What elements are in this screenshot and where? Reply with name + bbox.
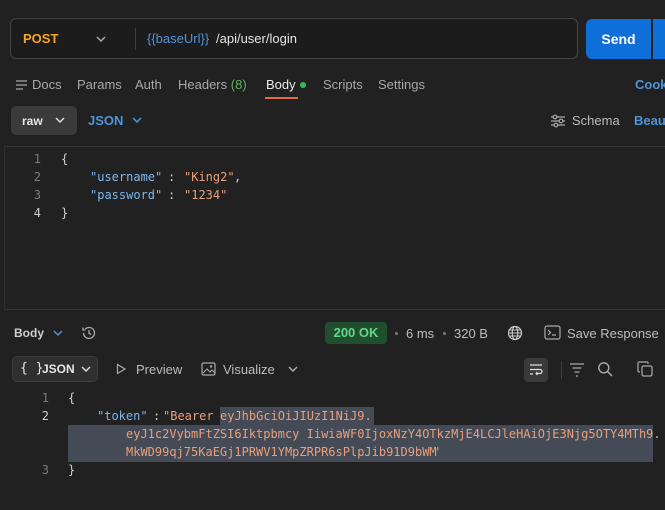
- schema-icon[interactable]: [550, 114, 566, 128]
- send-button[interactable]: Send: [586, 19, 651, 59]
- response-section-label[interactable]: Body: [14, 326, 44, 340]
- cookies-link[interactable]: Cook: [635, 77, 665, 92]
- tab-docs[interactable]: Docs: [32, 77, 62, 92]
- code-brace: {: [61, 152, 69, 166]
- body-mode-dropdown[interactable]: [11, 106, 77, 135]
- tab-auth[interactable]: Auth: [135, 77, 162, 92]
- docs-icon: [16, 80, 27, 90]
- code-brace: }: [61, 206, 69, 220]
- method-select[interactable]: POST: [23, 31, 58, 46]
- url-path[interactable]: /api/user/login: [216, 31, 297, 46]
- preview-tab[interactable]: Preview: [136, 362, 182, 377]
- save-response-icon: [544, 325, 561, 340]
- line-number: 2: [41, 409, 49, 423]
- separator-dot: [395, 332, 398, 335]
- wrap-lines-icon: [530, 364, 543, 376]
- tab-headers-label: Headers: [178, 77, 228, 92]
- json-comma: ,: [234, 170, 242, 184]
- body-modified-dot: [300, 82, 306, 88]
- braces-icon: { }: [20, 361, 44, 376]
- tab-scripts[interactable]: Scripts: [323, 77, 363, 92]
- json-colon: :: [168, 170, 176, 184]
- body-language-select[interactable]: JSON: [88, 113, 123, 128]
- json-key: "password": [90, 188, 163, 202]
- active-tab-indicator: [265, 97, 298, 99]
- json-colon: :: [168, 188, 176, 202]
- json-value: "King2": [184, 170, 235, 184]
- tab-params[interactable]: Params: [77, 77, 122, 92]
- code-brace: {: [68, 391, 76, 405]
- separator-dot: [443, 332, 446, 335]
- copy-icon[interactable]: [637, 361, 653, 377]
- json-colon: :: [153, 409, 161, 423]
- token-value-line: eyJhbGciOiJIUzI1NiJ9.: [220, 407, 374, 425]
- token-value-prefix: "Bearer: [163, 409, 221, 423]
- globe-icon[interactable]: [507, 325, 523, 341]
- play-icon: [116, 363, 127, 375]
- chevron-down-icon[interactable]: [94, 32, 108, 46]
- search-icon[interactable]: [597, 361, 613, 377]
- chevron-down-icon: [81, 366, 91, 373]
- line-number: 2: [33, 170, 41, 184]
- url-divider: [135, 28, 136, 50]
- history-icon[interactable]: [81, 325, 97, 341]
- json-key: "username": [90, 170, 163, 184]
- line-number: 4: [33, 206, 41, 220]
- url-variable[interactable]: {{baseUrl}}: [147, 31, 209, 46]
- token-value-line: eyJ1c2VybmFtZSI6Iktpbmcy IiwiaWF0IjoxNzY…: [126, 427, 661, 441]
- token-value-line: MkWD99qj75KaEGj1PRWV1YMpZRPR6sPlpJib91D9…: [126, 445, 437, 459]
- schema-button[interactable]: Schema: [572, 113, 620, 128]
- url-bar[interactable]: POST {{baseUrl}} /api/user/login: [10, 18, 578, 59]
- toolbar-divider: [561, 361, 562, 379]
- code-brace: }: [68, 463, 76, 477]
- body-mode-label: raw: [22, 114, 43, 128]
- response-time[interactable]: 6 ms: [406, 326, 434, 341]
- visualize-tab[interactable]: Visualize: [223, 362, 275, 377]
- chevron-down-icon[interactable]: [52, 327, 64, 339]
- chevron-down-icon[interactable]: [131, 114, 143, 126]
- status-badge[interactable]: 200 OK: [325, 322, 387, 344]
- filter-icon[interactable]: [569, 362, 585, 377]
- chevron-down-icon: [55, 117, 65, 124]
- json-key: "token": [97, 409, 148, 423]
- line-number: 3: [33, 188, 41, 202]
- response-size[interactable]: 320 B: [454, 326, 488, 341]
- json-value: "1234": [184, 188, 228, 202]
- token-value-suffix: ": [433, 445, 441, 459]
- save-response-button[interactable]: Save Response: [567, 326, 659, 341]
- line-number: 1: [33, 152, 41, 166]
- beautify-button[interactable]: Beaut: [634, 113, 665, 128]
- image-icon: [201, 362, 216, 376]
- line-number: 3: [41, 463, 49, 477]
- tab-body[interactable]: Body: [266, 77, 296, 92]
- send-options-button[interactable]: [653, 19, 665, 59]
- chevron-down-icon[interactable]: [287, 363, 299, 375]
- response-format-label: JSON: [42, 362, 75, 376]
- line-number: 1: [41, 391, 49, 405]
- tab-settings[interactable]: Settings: [378, 77, 425, 92]
- tab-headers[interactable]: Headers (8): [178, 77, 247, 92]
- headers-count-badge: (8): [230, 77, 247, 92]
